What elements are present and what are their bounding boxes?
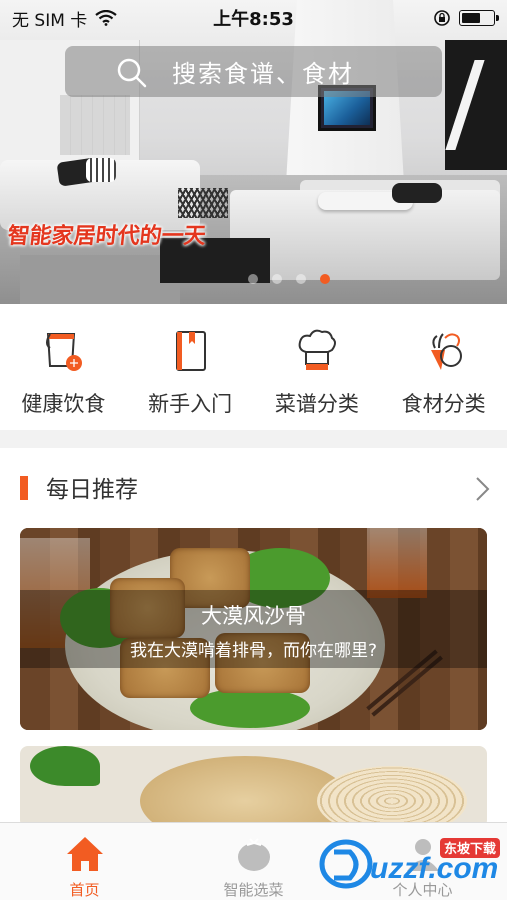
wifi-icon bbox=[95, 10, 117, 26]
carousel-dot[interactable] bbox=[247, 274, 258, 284]
daily-recommend-section: 每日推荐 大漠风沙骨 我在大漠啃着排骨，而你在哪里? bbox=[0, 448, 507, 828]
tab-label: 智能选菜 bbox=[223, 881, 284, 899]
tab-home[interactable]: 首页 bbox=[0, 823, 169, 900]
recipe-card[interactable] bbox=[20, 746, 487, 828]
category-ingredients[interactable]: 食材分类 bbox=[380, 304, 507, 430]
banner-caption: 智能家居时代的一天 bbox=[6, 224, 208, 249]
search-input[interactable]: 搜索食谱、食材 bbox=[172, 54, 354, 89]
category-label: 菜谱分类 bbox=[274, 392, 359, 416]
banner-pillow-dark bbox=[392, 183, 442, 203]
banner-cushion-striped bbox=[86, 158, 116, 182]
tab-label: 首页 bbox=[69, 881, 100, 899]
category-row: 健康饮食 新手入门 菜谱分类 食材分类 bbox=[0, 304, 507, 430]
search-bar[interactable]: 搜索食谱、食材 bbox=[65, 46, 442, 97]
carousel-dot[interactable] bbox=[295, 274, 306, 284]
card-image-steamer bbox=[317, 766, 467, 828]
chef-hat-icon bbox=[298, 329, 336, 370]
search-icon bbox=[117, 58, 147, 88]
home-icon bbox=[66, 837, 103, 871]
card-image-tea-cup bbox=[367, 528, 427, 598]
tab-smart-pick[interactable]: 智能选菜 bbox=[169, 823, 338, 900]
category-label: 食材分类 bbox=[401, 392, 486, 416]
carousel-indicator bbox=[0, 274, 507, 284]
carousel-dot-active[interactable] bbox=[319, 274, 330, 284]
recipe-title: 大漠风沙骨 bbox=[201, 604, 306, 628]
category-healthy-eating[interactable]: 健康饮食 bbox=[0, 304, 127, 430]
banner-shelf bbox=[60, 95, 130, 155]
category-recipes[interactable]: 菜谱分类 bbox=[254, 304, 381, 430]
carrier-label: 无 SIM 卡 bbox=[12, 10, 88, 31]
section-title: 每日推荐 bbox=[46, 477, 138, 503]
banner-plant bbox=[178, 188, 228, 218]
category-label: 健康饮食 bbox=[21, 392, 106, 416]
category-beginner[interactable]: 新手入门 bbox=[127, 304, 254, 430]
cup-apple-icon bbox=[46, 333, 83, 371]
section-accent-bar bbox=[20, 476, 28, 500]
recipe-subtitle: 我在大漠啃着排骨，而你在哪里? bbox=[129, 641, 378, 661]
chevron-right-icon[interactable] bbox=[473, 476, 491, 502]
tomato-icon bbox=[237, 838, 270, 871]
vegetables-icon bbox=[430, 333, 462, 370]
recipe-card[interactable]: 大漠风沙骨 我在大漠啃着排骨，而你在哪里? bbox=[20, 528, 487, 730]
card-image-leaves bbox=[30, 746, 100, 786]
watermark-tag: 东坡下载 bbox=[444, 841, 496, 857]
banner-panel bbox=[445, 40, 507, 170]
status-bar: 无 SIM 卡 上午8:53 bbox=[0, 0, 507, 36]
rotation-lock-icon bbox=[434, 10, 450, 26]
status-right bbox=[433, 9, 499, 27]
battery-level bbox=[462, 13, 480, 23]
watermark-logo: uzzf.com 东坡下载 bbox=[319, 838, 500, 889]
carousel-dot[interactable] bbox=[271, 274, 282, 284]
status-left: 无 SIM 卡 bbox=[12, 6, 117, 31]
battery-icon bbox=[459, 10, 499, 26]
book-icon bbox=[176, 331, 207, 371]
category-label: 新手入门 bbox=[148, 392, 233, 416]
